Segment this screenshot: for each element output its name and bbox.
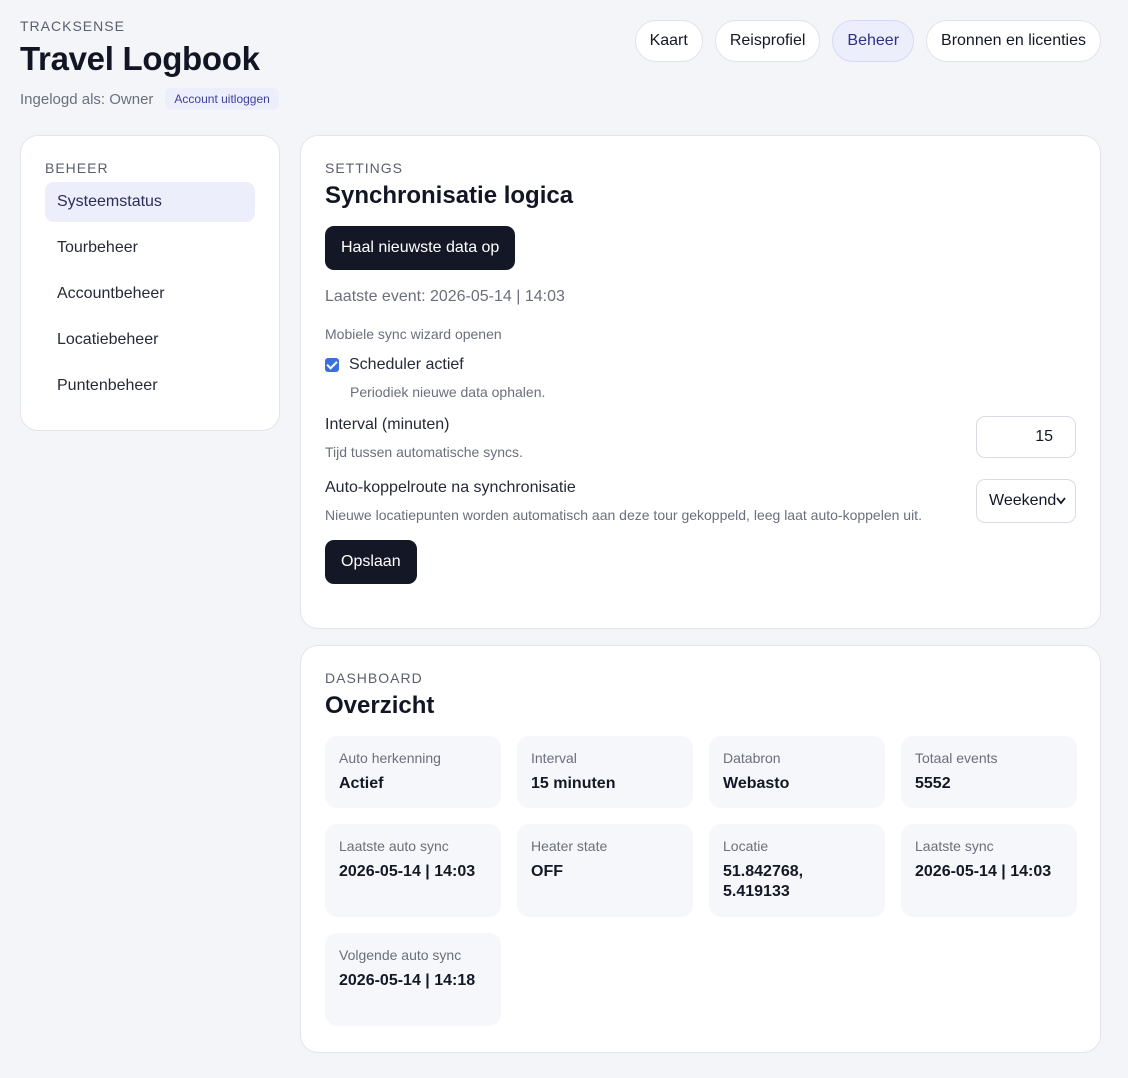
- nav-reisprofiel[interactable]: Reisprofiel: [714, 20, 821, 62]
- stat-location: Locatie 51.842768, 5.419133: [709, 824, 885, 917]
- stat-label: Totaal events: [915, 750, 998, 766]
- scheduler-row: Scheduler actief: [325, 356, 1076, 374]
- nav-kaart[interactable]: Kaart: [634, 20, 703, 62]
- interval-row: Interval (minuten) Tijd tussen automatis…: [325, 416, 1076, 463]
- interval-label: Interval (minuten): [325, 416, 450, 433]
- stat-label: Heater state: [531, 838, 608, 854]
- sidebar-item-systeemstatus[interactable]: Systeemstatus: [45, 182, 255, 222]
- stat-heater-state: Heater state OFF: [517, 824, 693, 917]
- dashboard-title: Overzicht: [325, 692, 435, 719]
- sidebar-item-locatiebeheer[interactable]: Locatiebeheer: [45, 320, 255, 360]
- sidebar-heading: BEHEER: [45, 160, 109, 176]
- stat-value: 2026-05-14 | 14:03: [915, 863, 1052, 880]
- scheduler-checkbox[interactable]: [325, 358, 339, 372]
- nav-bronnen-en-licenties[interactable]: Bronnen en licenties: [926, 20, 1101, 62]
- stat-value: Webasto: [723, 775, 790, 792]
- interval-text: Interval (minuten) Tijd tussen automatis…: [325, 416, 523, 463]
- stat-last-sync: Laatste sync 2026-05-14 | 14:03: [901, 824, 1077, 917]
- stat-value: 15 minuten: [531, 775, 616, 792]
- scheduler-label: Scheduler actief: [349, 356, 464, 373]
- brand-eyebrow: TRACKSENSE: [20, 18, 125, 34]
- stat-value: 51.842768, 5.419133: [723, 863, 804, 900]
- interval-input[interactable]: 15: [976, 416, 1076, 458]
- autoroute-select[interactable]: Weekend: [976, 479, 1076, 523]
- autoroute-selected-value: Weekend: [989, 492, 1057, 509]
- stat-label: Volgende auto sync: [339, 947, 462, 963]
- autoroute-row: Auto-koppelroute na synchronisatie Nieuw…: [325, 479, 1076, 526]
- dashboard-card: DASHBOARD Overzicht Auto herkenning Acti…: [300, 645, 1101, 1053]
- stat-value: 2026-05-14 | 14:03: [339, 863, 476, 880]
- brand-block: TRACKSENSE Travel Logbook Ingelogd als: …: [20, 18, 279, 110]
- stats-grid: Auto herkenning Actief Interval 15 minut…: [325, 736, 1077, 1026]
- sidebar: BEHEER Systeemstatus Tourbeheer Accountb…: [20, 135, 280, 431]
- top-navigation: Kaart Reisprofiel Beheer Bronnen en lice…: [634, 20, 1101, 62]
- stat-value: 2026-05-14 | 14:18: [339, 972, 476, 989]
- sidebar-item-puntenbeheer[interactable]: Puntenbeheer: [45, 366, 255, 406]
- stat-value: Actief: [339, 775, 384, 792]
- page: TRACKSENSE Travel Logbook Ingelogd als: …: [0, 0, 1128, 1078]
- nav-beheer[interactable]: Beheer: [832, 20, 915, 62]
- settings-eyebrow: SETTINGS: [325, 160, 404, 176]
- autoroute-label: Auto-koppelroute na synchronisatie: [325, 479, 576, 496]
- stat-label: Locatie: [723, 838, 769, 854]
- interval-helper: Tijd tussen automatische syncs.: [325, 444, 523, 460]
- logged-in-text: Ingelogd als: Owner: [20, 90, 154, 108]
- scheduler-helper: Periodiek nieuwe data ophalen.: [350, 384, 546, 400]
- stat-label: Laatste auto sync: [339, 838, 449, 854]
- stat-value: OFF: [531, 863, 563, 880]
- autoroute-helper: Nieuwe locatiepunten worden automatisch …: [325, 507, 922, 523]
- sidebar-item-accountbeheer[interactable]: Accountbeheer: [45, 274, 255, 314]
- stat-label: Laatste sync: [915, 838, 994, 854]
- stat-total-events: Totaal events 5552: [901, 736, 1077, 808]
- settings-card: SETTINGS Synchronisatie logica Haal nieu…: [300, 135, 1101, 629]
- save-button[interactable]: Opslaan: [325, 540, 417, 584]
- stat-label: Interval: [531, 750, 577, 766]
- stat-next-auto-sync: Volgende auto sync 2026-05-14 | 14:18: [325, 933, 501, 1026]
- stat-source: Databron Webasto: [709, 736, 885, 808]
- stat-value: 5552: [915, 775, 951, 792]
- chevron-down-icon: [1055, 480, 1067, 522]
- stat-auto-recognition: Auto herkenning Actief: [325, 736, 501, 808]
- settings-title: Synchronisatie logica: [325, 182, 574, 209]
- login-row: Ingelogd als: Owner Account uitloggen: [20, 88, 279, 110]
- mobile-sync-wizard-link[interactable]: Mobiele sync wizard openen: [325, 326, 1076, 342]
- stat-last-auto-sync: Laatste auto sync 2026-05-14 | 14:03: [325, 824, 501, 917]
- dashboard-eyebrow: DASHBOARD: [325, 670, 423, 686]
- sidebar-item-tourbeheer[interactable]: Tourbeheer: [45, 228, 255, 268]
- autoroute-text: Auto-koppelroute na synchronisatie Nieuw…: [325, 479, 955, 526]
- stat-label: Databron: [723, 750, 781, 766]
- logout-button[interactable]: Account uitloggen: [165, 88, 279, 110]
- app-title: Travel Logbook: [20, 40, 260, 77]
- stat-label: Auto herkenning: [339, 750, 441, 766]
- last-event-text: Laatste event: 2026-05-14 | 14:03: [325, 288, 565, 305]
- stat-interval: Interval 15 minuten: [517, 736, 693, 808]
- fetch-latest-data-button[interactable]: Haal nieuwste data op: [325, 226, 516, 270]
